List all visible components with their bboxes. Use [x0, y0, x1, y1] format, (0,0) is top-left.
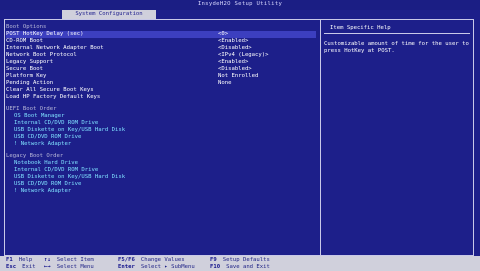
setting-value: Not Enrolled	[218, 73, 259, 79]
setting-value[interactable]: <0>	[218, 31, 228, 38]
setting-value: None	[218, 80, 232, 86]
key-esc: Esc	[6, 264, 17, 270]
legacy-boot-item[interactable]: ! Network Adapter	[14, 188, 71, 195]
uefi-boot-order-heading: UEFI Boot Order	[6, 106, 57, 112]
key-desc: Change Values	[140, 257, 185, 263]
footer-key-select-item: ↑↓ Select Item	[44, 257, 94, 264]
key-legend-footer: F1 Help Esc Exit ↑↓ Select Item ←→ Select Me…	[0, 256, 480, 271]
key-desc: Exit	[22, 264, 36, 270]
footer-key-change-values: F5/F6 Change Values	[118, 257, 185, 264]
key-desc: Select Item	[56, 257, 94, 263]
setting-cdrom-boot[interactable]: CD-ROM Boot <Enabled>	[6, 38, 316, 45]
panel-divider	[320, 20, 321, 255]
setting-label: Pending Action	[6, 80, 54, 86]
setting-secure-boot[interactable]: Secure Boot <Disabled>	[6, 66, 316, 73]
key-desc: Select ▸ SubMenu	[140, 264, 195, 270]
key-f9: F9	[210, 257, 217, 263]
key-enter: Enter	[118, 264, 135, 270]
legacy-boot-item[interactable]: USB Diskette on Key/USB Hard Disk	[14, 174, 125, 181]
key-f5-f6: F5/F6	[118, 257, 135, 263]
uefi-boot-item[interactable]: USB Diskette on Key/USB Hard Disk	[14, 127, 125, 134]
legacy-boot-order-heading: Legacy Boot Order	[6, 153, 64, 159]
help-text: Customizable amount of time for the user…	[324, 41, 469, 54]
key-left-right: ←→	[44, 264, 51, 270]
setting-label: Network Boot Protocol	[6, 52, 77, 58]
setting-label: Platform Key	[6, 73, 47, 79]
setting-value[interactable]: <Enabled>	[218, 59, 248, 66]
setting-label: Legacy Support	[6, 59, 54, 65]
footer-key-setup-defaults: F9 Setup Defaults	[210, 257, 270, 264]
setting-value[interactable]: <IPv4 (Legacy)>	[218, 52, 269, 59]
help-title: Item Specific Help	[324, 25, 470, 34]
key-up-down: ↑↓	[44, 257, 51, 263]
setting-label: Secure Boot	[6, 66, 44, 72]
title-bar: InsydeH2O Setup Utility	[0, 0, 480, 10]
footer-key-help: F1 Help	[6, 257, 32, 264]
legacy-boot-item[interactable]: Notebook Hard Drive	[14, 160, 78, 167]
setting-label: Boot Options	[6, 24, 47, 30]
footer-key-select-menu: ←→ Select Menu	[44, 264, 94, 271]
tab-system-configuration[interactable]: System Configuration	[62, 10, 156, 19]
setting-value[interactable]: <Disabled>	[218, 66, 252, 73]
footer-key-enter: Enter Select ▸ SubMenu	[118, 264, 195, 271]
key-desc: Setup Defaults	[222, 257, 270, 263]
legacy-boot-item[interactable]: USB CD/DVD ROM Drive	[14, 181, 81, 188]
key-desc: Help	[18, 257, 33, 263]
action-load-hp-factory-keys[interactable]: Load HP Factory Default Keys	[6, 94, 316, 101]
section-boot-options: Boot Options	[6, 24, 316, 31]
setting-label: Clear All Secure Boot Keys	[6, 87, 94, 93]
setting-label: Load HP Factory Default Keys	[6, 94, 101, 100]
setting-value[interactable]: <Enabled>	[218, 38, 248, 45]
setting-network-boot-protocol[interactable]: Network Boot Protocol <IPv4 (Legacy)>	[6, 52, 316, 59]
setting-label: Internal Network Adapter Boot	[6, 45, 104, 51]
app-title: InsydeH2O Setup Utility	[197, 1, 283, 7]
key-f1: F1	[6, 257, 13, 263]
key-desc: Select Menu	[56, 264, 94, 270]
setting-platform-key: Platform Key Not Enrolled	[6, 73, 316, 80]
setting-label: CD-ROM Boot	[6, 38, 44, 44]
uefi-boot-item[interactable]: Internal CD/DVD ROM Drive	[14, 120, 98, 127]
setting-pending-action: Pending Action None	[6, 80, 316, 87]
settings-panel: Boot Options POST HotKey Delay (sec) <0>…	[6, 22, 316, 254]
legacy-boot-item[interactable]: Internal CD/DVD ROM Drive	[14, 167, 98, 174]
uefi-boot-item[interactable]: USB CD/DVD ROM Drive	[14, 134, 81, 141]
setting-value[interactable]: <Disabled>	[218, 45, 252, 52]
setting-legacy-support[interactable]: Legacy Support <Enabled>	[6, 59, 316, 66]
key-f10: F10	[210, 264, 221, 270]
uefi-boot-item[interactable]: ! Network Adapter	[14, 141, 71, 148]
setting-internal-network-adapter-boot[interactable]: Internal Network Adapter Boot <Disabled>	[6, 45, 316, 52]
uefi-boot-item[interactable]: OS Boot Manager	[14, 113, 65, 120]
setting-label: POST HotKey Delay (sec)	[6, 31, 84, 37]
footer-key-exit: Esc Exit	[6, 264, 36, 271]
setting-post-hotkey-delay[interactable]: POST HotKey Delay (sec) <0>	[6, 31, 316, 38]
key-desc: Save and Exit	[226, 264, 270, 270]
action-clear-secure-boot-keys[interactable]: Clear All Secure Boot Keys	[6, 87, 316, 94]
footer-key-save-exit: F10 Save and Exit	[210, 264, 270, 271]
